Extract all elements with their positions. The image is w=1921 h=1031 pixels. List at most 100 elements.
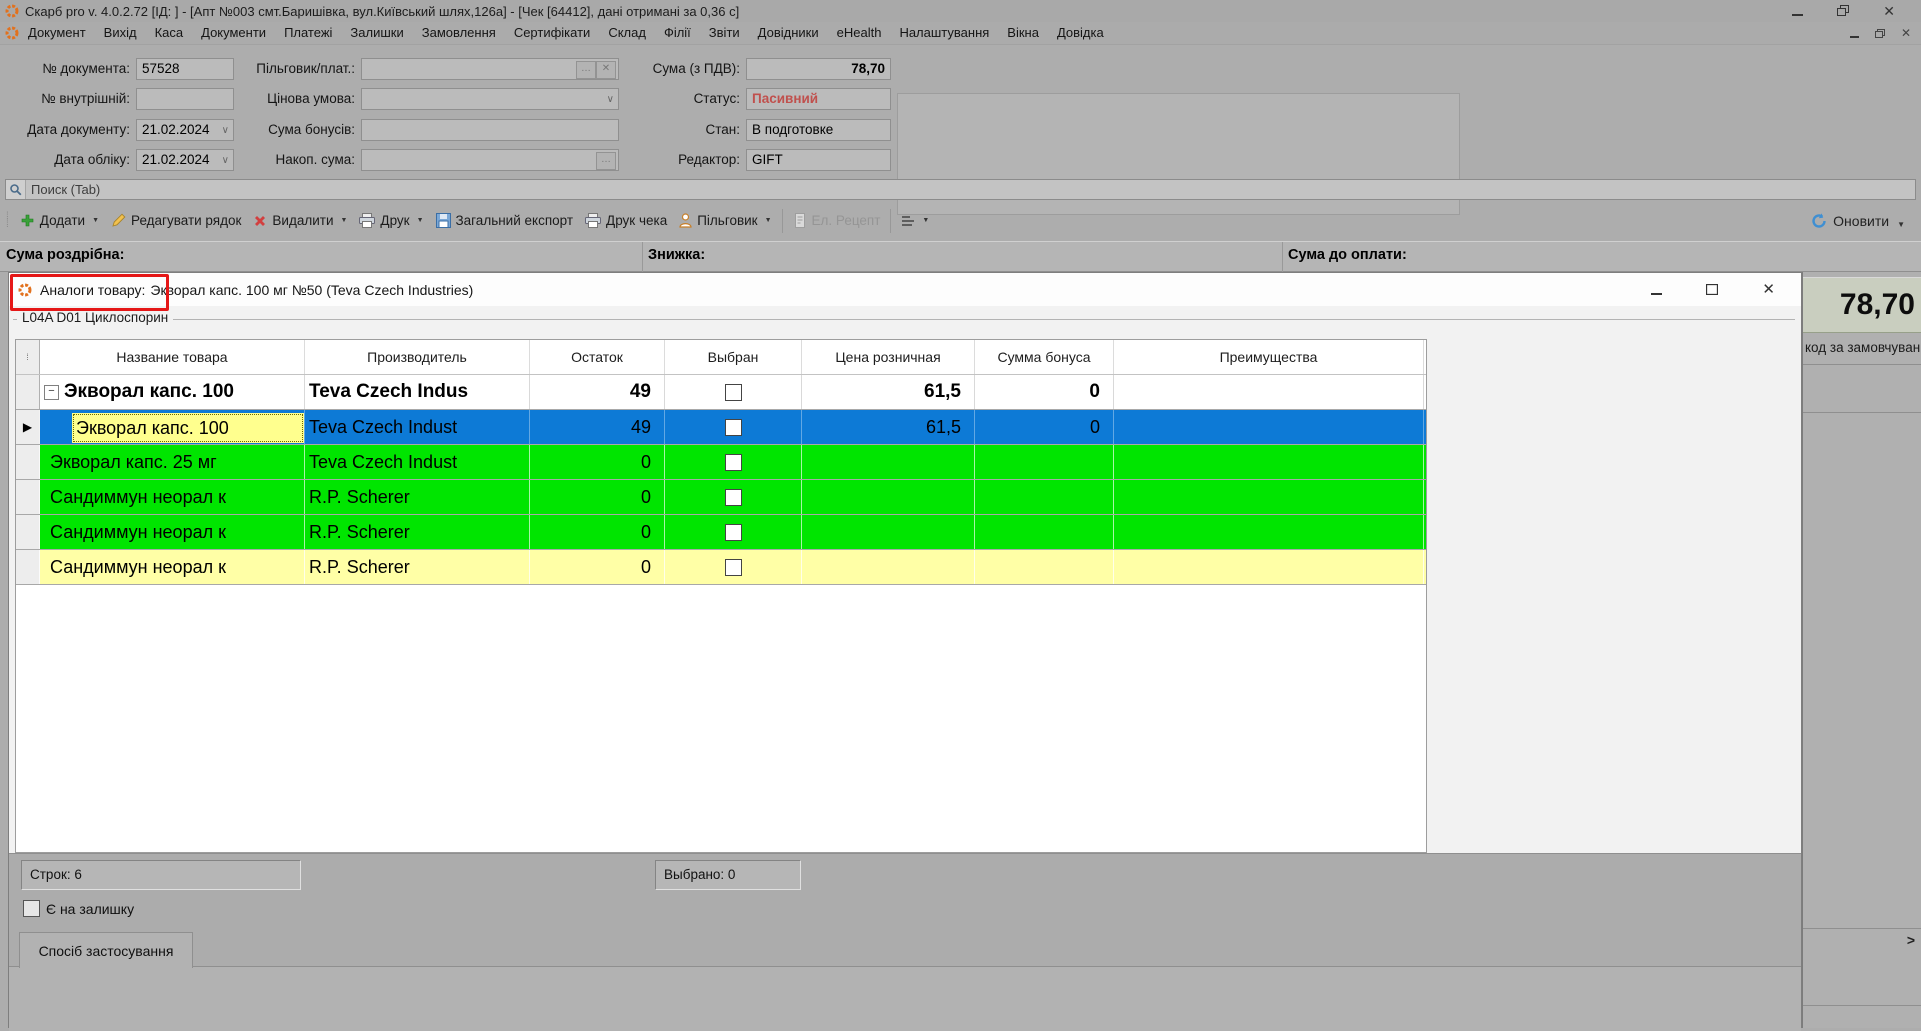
cell-stock[interactable]: 0	[530, 445, 665, 479]
menu-item-14[interactable]: Вікна	[998, 22, 1048, 44]
menu-item-6[interactable]: Замовлення	[413, 22, 505, 44]
cell-selected[interactable]	[665, 550, 802, 584]
mdi-restore-button[interactable]	[1875, 26, 1885, 41]
row-checkbox[interactable]	[725, 419, 742, 436]
row-checkbox[interactable]	[725, 559, 742, 576]
lookup-button[interactable]: …	[596, 152, 616, 170]
menu-item-7[interactable]: Сертифікати	[505, 22, 600, 44]
cell-advantages[interactable]	[1114, 375, 1424, 409]
column-header-6[interactable]: Преимущества	[1114, 340, 1424, 374]
menu-item-2[interactable]: Каса	[146, 22, 193, 44]
column-header-3[interactable]: Выбран	[665, 340, 802, 374]
cell-manufacturer[interactable]: Teva Czech Indust	[305, 445, 530, 479]
menu-item-0[interactable]: Документ	[19, 22, 95, 44]
table-row-2[interactable]: Экворал капс. 25 мгTeva Czech Indust0	[16, 445, 1426, 480]
cell-name[interactable]: Экворал капс. 100	[40, 410, 305, 444]
price-condition-field[interactable]: ∨	[361, 88, 619, 110]
cell-selected[interactable]	[665, 445, 802, 479]
cell-advantages[interactable]	[1114, 550, 1424, 584]
cell-bonus-sum[interactable]	[975, 515, 1114, 549]
table-row-3[interactable]: Сандиммун неорал кR.P. Scherer0	[16, 480, 1426, 515]
bonus-sum-field[interactable]	[361, 119, 619, 141]
cell-retail-price[interactable]	[802, 445, 975, 479]
checkbox-icon[interactable]	[23, 900, 40, 917]
cell-stock[interactable]: 49	[530, 375, 665, 409]
search-input[interactable]: Поиск (Tab)	[5, 179, 1916, 200]
account-date-field[interactable]: 21.02.2024∨	[136, 149, 234, 171]
dialog-maximize-button[interactable]	[1706, 282, 1718, 298]
column-header-4[interactable]: Цена розничная	[802, 340, 975, 374]
doc-number-field[interactable]: 57528	[136, 58, 234, 80]
cell-manufacturer[interactable]: R.P. Scherer	[305, 550, 530, 584]
table-row-4[interactable]: Сандиммун неорал кR.P. Scherer0	[16, 515, 1426, 550]
cell-selected[interactable]	[665, 515, 802, 549]
column-header-0[interactable]: Название товара	[40, 340, 305, 374]
cell-bonus-sum[interactable]: 0	[975, 375, 1114, 409]
cell-manufacturer[interactable]: R.P. Scherer	[305, 480, 530, 514]
restore-button[interactable]	[1837, 4, 1849, 19]
cell-retail-price[interactable]: 61,5	[802, 375, 975, 409]
table-row-0[interactable]: −Экворал капс. 100Teva Czech Indus4961,5…	[16, 375, 1426, 410]
cell-bonus-sum[interactable]: 0	[975, 410, 1114, 444]
cell-stock[interactable]: 0	[530, 550, 665, 584]
toolbar-delete-button[interactable]: Видалити▼	[247, 209, 353, 232]
expand-chevron-button[interactable]: >	[1907, 932, 1915, 948]
toolbar-add-button[interactable]: Додати▼	[14, 209, 105, 232]
row-checkbox[interactable]	[725, 454, 742, 471]
menu-item-13[interactable]: Налаштування	[890, 22, 998, 44]
cell-retail-price[interactable]	[802, 515, 975, 549]
cell-manufacturer[interactable]: Teva Czech Indust	[305, 410, 530, 444]
row-checkbox[interactable]	[725, 489, 742, 506]
cell-stock[interactable]: 0	[530, 515, 665, 549]
minimize-button[interactable]	[1792, 4, 1803, 19]
menu-item-5[interactable]: Залишки	[341, 22, 412, 44]
cell-stock[interactable]: 49	[530, 410, 665, 444]
cell-name[interactable]: Сандиммун неорал к	[40, 550, 305, 584]
menu-item-12[interactable]: eHealth	[828, 22, 891, 44]
menu-item-10[interactable]: Звіти	[700, 22, 749, 44]
cell-selected[interactable]	[665, 410, 802, 444]
menu-item-11[interactable]: Довідники	[749, 22, 828, 44]
lookup-button[interactable]: …	[576, 61, 596, 79]
menu-item-9[interactable]: Філії	[655, 22, 700, 44]
cell-bonus-sum[interactable]	[975, 480, 1114, 514]
dialog-minimize-button[interactable]	[1651, 282, 1662, 298]
menu-item-15[interactable]: Довідка	[1048, 22, 1113, 44]
row-checkbox[interactable]	[725, 524, 742, 541]
cell-retail-price[interactable]	[802, 480, 975, 514]
toolbar-benefactor-button[interactable]: Пільговик▼	[673, 209, 777, 232]
toolbar-print-receipt-button[interactable]: Друк чека	[579, 209, 673, 232]
menu-item-1[interactable]: Вихід	[95, 22, 146, 44]
benefactor-field[interactable]: … ✕	[361, 58, 619, 80]
clear-button[interactable]: ✕	[596, 61, 616, 79]
cell-name[interactable]: Сандиммун неорал к	[40, 515, 305, 549]
cell-selected[interactable]	[665, 480, 802, 514]
table-row-5[interactable]: Сандиммун неорал кR.P. Scherer0	[16, 550, 1426, 585]
cell-retail-price[interactable]: 61,5	[802, 410, 975, 444]
close-button[interactable]: ✕	[1883, 4, 1895, 18]
table-row-1[interactable]: ▶Экворал капс. 100Teva Czech Indust4961,…	[16, 410, 1426, 445]
chevron-down-icon[interactable]: ∨	[222, 121, 229, 141]
accum-sum-field[interactable]: …	[361, 149, 619, 171]
column-header-1[interactable]: Производитель	[305, 340, 530, 374]
toolbar-edit-row-button[interactable]: Редагувати рядок	[105, 209, 247, 232]
menu-item-4[interactable]: Платежі	[275, 22, 341, 44]
toolbar-refresh-button[interactable]: Оновити ▼	[1811, 213, 1905, 229]
cell-bonus-sum[interactable]	[975, 550, 1114, 584]
toolbar-print-button[interactable]: Друк▼	[353, 209, 429, 232]
in-stock-filter[interactable]: Є на залишку	[23, 900, 134, 917]
cell-manufacturer[interactable]: R.P. Scherer	[305, 515, 530, 549]
column-header-5[interactable]: Сумма бонуса	[975, 340, 1114, 374]
toolbar-e-prescription-button[interactable]: Ел. Рецепт	[787, 209, 887, 232]
cell-name[interactable]: −Экворал капс. 100	[40, 375, 305, 409]
mdi-minimize-button[interactable]	[1850, 26, 1859, 41]
cell-name[interactable]: Экворал капс. 25 мг	[40, 445, 305, 479]
collapse-icon[interactable]: −	[44, 385, 59, 400]
cell-stock[interactable]: 0	[530, 480, 665, 514]
cell-advantages[interactable]	[1114, 480, 1424, 514]
focused-cell[interactable]: Экворал капс. 100	[72, 413, 304, 443]
cell-advantages[interactable]	[1114, 410, 1424, 444]
cell-name[interactable]: Сандиммун неорал к	[40, 480, 305, 514]
dropdown-arrow-icon[interactable]: ▼	[1897, 220, 1905, 229]
tab-application-method[interactable]: Спосіб застосування	[19, 932, 193, 968]
